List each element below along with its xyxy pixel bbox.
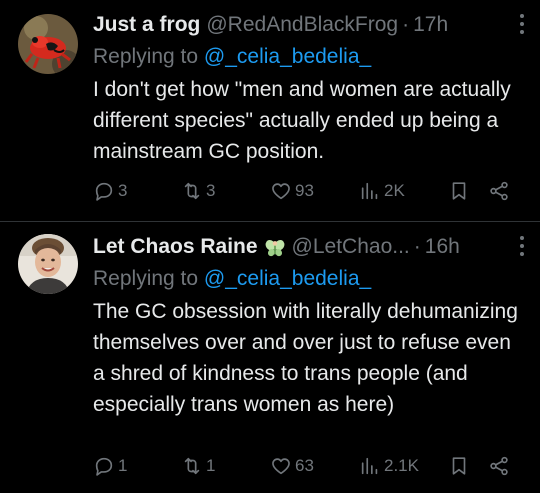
tweet[interactable]: Just a frog @RedAndBlackFrog · 17h Reply… xyxy=(0,0,540,222)
bookmark-button[interactable] xyxy=(448,176,470,206)
frog-avatar-image xyxy=(18,14,78,74)
heart-icon xyxy=(272,458,290,475)
reply-button[interactable]: 3 xyxy=(93,176,127,206)
share-button[interactable] xyxy=(488,451,510,481)
retweet-count: 1 xyxy=(206,456,216,475)
timestamp[interactable]: 17h xyxy=(413,8,448,42)
replying-to-label: Replying to xyxy=(93,267,204,290)
tweet[interactable]: Let Chaos Raine @LetChao... · 16h Replyi… xyxy=(0,222,540,493)
reply-count: 1 xyxy=(118,456,128,475)
person-avatar-image xyxy=(18,234,78,294)
views-count: 2.1K xyxy=(384,456,419,475)
share-icon xyxy=(490,181,508,201)
display-name[interactable]: Just a frog xyxy=(93,8,200,42)
tweet-content: Just a frog @RedAndBlackFrog · 17h Reply… xyxy=(93,8,526,167)
display-name[interactable]: Let Chaos Raine xyxy=(93,230,258,264)
separator-dot: · xyxy=(402,13,410,36)
replying-to-label: Replying to xyxy=(93,45,204,68)
more-options-icon[interactable] xyxy=(514,236,530,260)
reply-icon xyxy=(95,182,113,201)
retweet-button[interactable]: 3 xyxy=(181,176,215,206)
replying-to: Replying to @_celia_bedelia_ xyxy=(93,42,526,72)
views-button[interactable]: 2K xyxy=(359,176,405,206)
retweet-icon xyxy=(184,457,200,475)
avatar[interactable] xyxy=(18,14,78,74)
reply-button[interactable]: 1 xyxy=(93,451,127,481)
views-button[interactable]: 2.1K xyxy=(359,451,419,481)
retweet-icon xyxy=(184,182,200,200)
like-count: 93 xyxy=(295,181,314,200)
retweet-button[interactable]: 1 xyxy=(181,451,215,481)
tweet-text: The GC obsession with literally dehumani… xyxy=(93,300,518,416)
reply-mention-link[interactable]: @_celia_bedelia_ xyxy=(204,267,371,290)
reply-mention-link[interactable]: @_celia_bedelia_ xyxy=(204,45,371,68)
like-button[interactable]: 63 xyxy=(270,451,314,481)
replying-to: Replying to @_celia_bedelia_ xyxy=(93,264,526,294)
views-count: 2K xyxy=(384,181,405,200)
share-button[interactable] xyxy=(488,176,510,206)
separator-dot: · xyxy=(413,235,421,258)
views-chart-icon xyxy=(361,457,378,475)
views-chart-icon xyxy=(361,182,378,200)
tweet-actions: 1 1 63 2.1K xyxy=(93,451,526,481)
tweet-text: I don't get how "men and women are actua… xyxy=(93,78,511,163)
bookmark-button[interactable] xyxy=(448,451,470,481)
retweet-count: 3 xyxy=(206,181,216,200)
like-button[interactable]: 93 xyxy=(270,176,314,206)
reply-count: 3 xyxy=(118,181,128,200)
avatar[interactable] xyxy=(18,234,78,294)
fairy-icon xyxy=(264,236,286,258)
reply-icon xyxy=(95,457,113,476)
tweet-actions: 3 3 93 2K xyxy=(93,176,526,206)
like-count: 63 xyxy=(295,456,314,475)
tweet-header: Let Chaos Raine @LetChao... · 16h xyxy=(93,230,526,264)
timestamp[interactable]: 16h xyxy=(425,230,460,264)
share-icon xyxy=(490,456,508,476)
more-options-icon[interactable] xyxy=(514,14,530,38)
tweet-content: Let Chaos Raine @LetChao... · 16h Replyi… xyxy=(93,230,526,420)
bookmark-icon xyxy=(452,457,466,475)
tweet-header: Just a frog @RedAndBlackFrog · 17h xyxy=(93,8,526,42)
user-handle[interactable]: @LetChao... xyxy=(292,230,410,264)
bookmark-icon xyxy=(452,182,466,200)
heart-icon xyxy=(272,183,290,200)
user-handle[interactable]: @RedAndBlackFrog xyxy=(206,8,398,42)
